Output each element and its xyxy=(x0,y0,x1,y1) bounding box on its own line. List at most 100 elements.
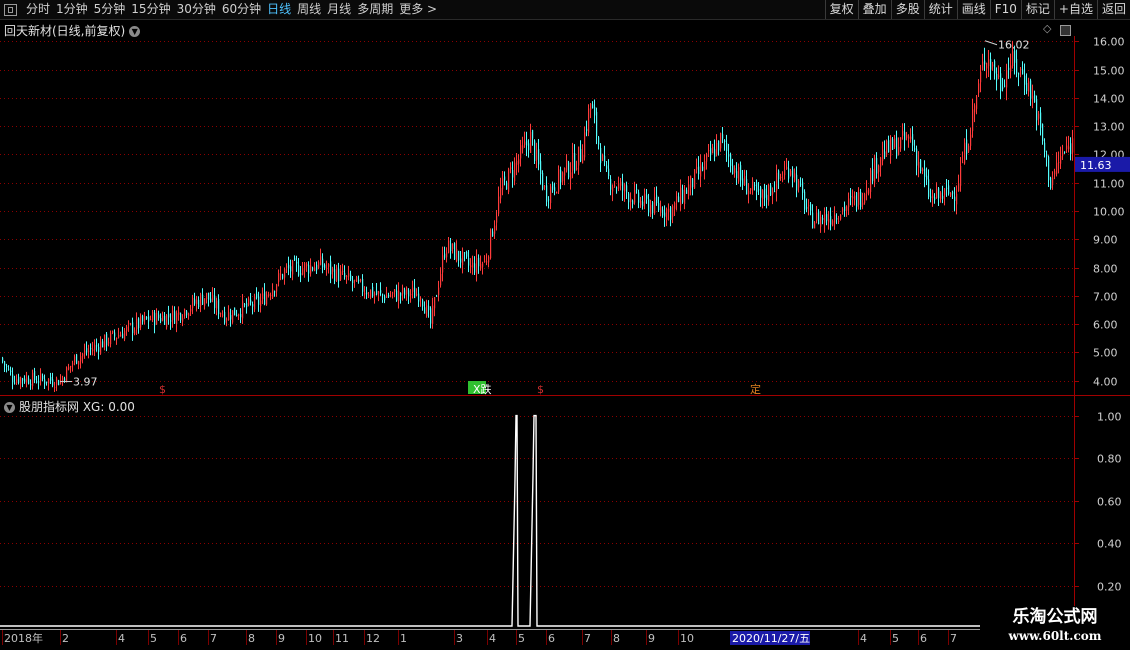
candle-body xyxy=(376,290,378,295)
price-tick-label: 12.00 xyxy=(1093,149,1125,162)
candle-body xyxy=(300,273,302,275)
chevron-down-icon[interactable]: ▼ xyxy=(129,26,141,37)
candle-body xyxy=(570,172,572,180)
candle-body xyxy=(760,187,762,198)
candle-body xyxy=(520,145,522,159)
candle-body xyxy=(872,169,874,182)
tab-period[interactable]: 1分钟 xyxy=(53,0,91,19)
candle-body xyxy=(974,105,976,113)
tab-period[interactable]: 60分钟 xyxy=(219,0,264,19)
candle-body xyxy=(802,182,804,193)
candle-body xyxy=(614,185,616,187)
candle-body xyxy=(578,146,580,166)
add-watchlist-button[interactable]: +自选 xyxy=(1053,0,1097,19)
candle-body xyxy=(902,131,904,136)
candle-body xyxy=(610,179,612,190)
tab-period[interactable]: 15分钟 xyxy=(128,0,173,19)
candle-body xyxy=(740,165,742,181)
tab-period[interactable]: 周线 xyxy=(294,0,324,19)
candle-body xyxy=(488,256,490,263)
panel-toggle-icon[interactable] xyxy=(1060,25,1071,36)
candle-body xyxy=(378,291,380,294)
candle-body xyxy=(114,332,116,337)
candle-body xyxy=(656,195,658,204)
candle-body xyxy=(840,214,842,220)
candle-body xyxy=(752,181,754,191)
candle-body xyxy=(254,296,256,310)
candle-body xyxy=(368,295,370,297)
tab-period[interactable]: 月线 xyxy=(324,0,354,19)
candle-body xyxy=(330,261,332,275)
multi-stock-button[interactable]: 多股 xyxy=(890,0,924,19)
candle-body xyxy=(338,268,340,282)
candle-body xyxy=(952,192,954,194)
candle-body xyxy=(906,134,908,139)
tab-period-daily[interactable]: 日线 xyxy=(264,0,294,19)
back-button[interactable]: 返回 xyxy=(1096,0,1130,19)
candle-body xyxy=(148,316,150,322)
mark-button[interactable]: 标记 xyxy=(1020,0,1054,19)
time-axis-label: 5 xyxy=(892,632,899,645)
candle-body xyxy=(866,190,868,194)
candle-body xyxy=(500,188,502,199)
candle-body xyxy=(396,290,398,301)
candle-body xyxy=(1026,82,1028,92)
candle-body xyxy=(750,188,752,191)
candle-body xyxy=(652,202,654,213)
candle-body xyxy=(442,255,444,273)
candle-body xyxy=(498,196,500,214)
candle-body xyxy=(4,361,6,366)
overlay-button[interactable]: 叠加 xyxy=(857,0,891,19)
tab-more[interactable]: 更多 > xyxy=(396,0,440,19)
candle-body xyxy=(392,292,394,294)
candle-body xyxy=(40,373,42,381)
candle-body xyxy=(850,196,852,198)
candle-body xyxy=(494,225,496,234)
candle-body xyxy=(842,208,844,212)
candle-body xyxy=(402,288,404,294)
candle-body xyxy=(858,192,860,205)
candle-body xyxy=(612,187,614,192)
candle-body xyxy=(410,294,412,296)
candle-body xyxy=(314,267,316,272)
candle-body xyxy=(224,311,226,323)
candle-body xyxy=(782,178,784,181)
signal-marker: $ xyxy=(537,383,544,396)
watermark: 乐淘公式网 www.60lt.com xyxy=(980,606,1130,650)
draw-line-button[interactable]: 画线 xyxy=(956,0,990,19)
candle-body xyxy=(234,307,236,316)
tab-period[interactable]: 5分钟 xyxy=(91,0,129,19)
price-tick-label: 8.00 xyxy=(1093,263,1118,276)
signal-marker: X跌 xyxy=(473,382,492,396)
statistics-button[interactable]: 统计 xyxy=(923,0,957,19)
candle-body xyxy=(660,207,662,213)
candle-body xyxy=(174,311,176,324)
f10-button[interactable]: F10 xyxy=(989,0,1021,19)
candle-body xyxy=(908,136,910,139)
candle-body xyxy=(130,323,132,325)
candle-body xyxy=(142,315,144,322)
candle-body xyxy=(1004,85,1006,87)
candle-body xyxy=(560,169,562,183)
candle-body xyxy=(890,138,892,156)
tab-period[interactable]: 30分钟 xyxy=(174,0,219,19)
chevron-down-icon[interactable]: ▼ xyxy=(4,402,15,413)
candle-body xyxy=(438,287,440,296)
candle-body xyxy=(564,167,566,176)
candle-body xyxy=(2,357,4,362)
diamond-icon[interactable]: ◇ xyxy=(1043,22,1051,35)
candle-body xyxy=(152,312,154,321)
candle-body xyxy=(170,320,172,322)
candle-body xyxy=(76,354,78,364)
candle-body xyxy=(942,195,944,199)
time-axis-label: 4 xyxy=(489,632,496,645)
time-axis-label: 1 xyxy=(400,632,407,645)
tab-period[interactable]: 分时 xyxy=(23,0,53,19)
candle-body xyxy=(808,205,810,207)
adjust-button[interactable]: 复权 xyxy=(824,0,858,19)
candle-body xyxy=(874,157,876,183)
candle-body xyxy=(646,195,648,199)
tab-period[interactable]: 多周期 xyxy=(354,0,396,19)
window-icon[interactable] xyxy=(4,3,17,16)
toolbar: 分时 1分钟 5分钟 15分钟 30分钟 60分钟 日线 周线 月线 多周期 更… xyxy=(0,0,1130,20)
